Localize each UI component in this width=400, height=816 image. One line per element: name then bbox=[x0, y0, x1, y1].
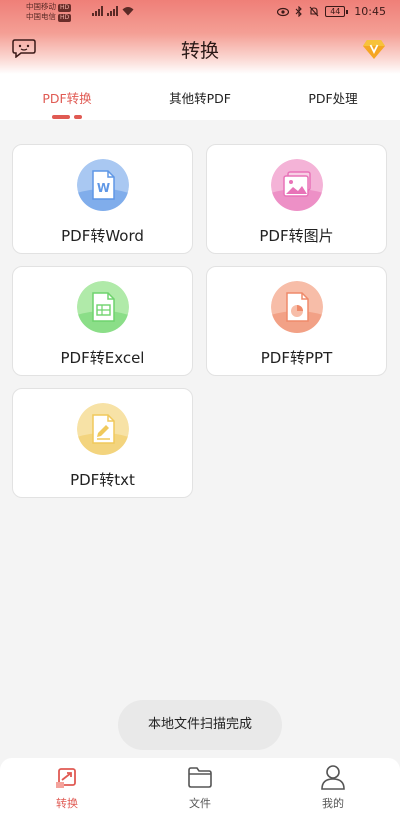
ppt-doc-icon bbox=[271, 281, 323, 333]
nav-label: 转换 bbox=[56, 797, 78, 810]
card-pdf-to-ppt[interactable]: PDF转PPT bbox=[206, 266, 387, 376]
nav-files[interactable]: 文件 bbox=[160, 764, 240, 811]
bluetooth-icon bbox=[295, 6, 303, 17]
battery-level: 44 bbox=[325, 6, 346, 17]
signal-icon bbox=[92, 6, 103, 16]
mute-icon bbox=[309, 6, 319, 17]
network-icons bbox=[92, 6, 134, 16]
tab-other-to-pdf[interactable]: 其他转PDF bbox=[145, 88, 255, 107]
page-title: 转换 bbox=[180, 40, 219, 62]
excel-doc-icon bbox=[77, 281, 129, 333]
header: 中国移动 HD 中国电信 HD 44 10:45 转换 bbox=[0, 0, 400, 74]
nav-label: 文件 bbox=[189, 797, 211, 810]
bottom-nav: 转换 文件 我的 bbox=[0, 758, 400, 816]
nav-profile[interactable]: 我的 bbox=[293, 764, 373, 811]
vip-diamond-icon[interactable] bbox=[362, 38, 386, 60]
card-label: PDF转Word bbox=[61, 227, 144, 245]
svg-text:W: W bbox=[97, 181, 110, 195]
toast-message: 本地文件扫描完成 bbox=[118, 700, 282, 750]
status-right: 44 10:45 bbox=[277, 5, 386, 18]
nav-label: 我的 bbox=[322, 797, 344, 810]
profile-icon bbox=[321, 765, 345, 790]
convert-icon bbox=[56, 768, 76, 788]
tab-indicator bbox=[52, 115, 82, 119]
wifi-icon bbox=[122, 7, 134, 16]
card-label: PDF转txt bbox=[70, 471, 135, 489]
card-label: PDF转图片 bbox=[259, 227, 334, 245]
eye-icon bbox=[277, 7, 290, 16]
folder-icon bbox=[188, 767, 212, 788]
nav-convert[interactable]: 转换 bbox=[27, 764, 107, 811]
txt-doc-icon bbox=[77, 403, 129, 455]
tab-pdf-process[interactable]: PDF处理 bbox=[278, 88, 388, 107]
tab-bar: PDF转换 其他转PDF PDF处理 bbox=[0, 74, 400, 120]
battery-icon: 44 bbox=[325, 6, 349, 17]
clock: 10:45 bbox=[354, 5, 386, 18]
card-pdf-to-excel[interactable]: PDF转Excel bbox=[12, 266, 193, 376]
carrier-1: 中国移动 bbox=[26, 2, 56, 11]
card-label: PDF转Excel bbox=[60, 349, 145, 367]
tab-pdf-convert[interactable]: PDF转换 bbox=[12, 88, 122, 107]
card-pdf-to-image[interactable]: PDF转图片 bbox=[206, 144, 387, 254]
status-bar: 中国移动 HD 中国电信 HD 44 10:45 bbox=[0, 0, 400, 26]
card-pdf-to-word[interactable]: W PDF转Word bbox=[12, 144, 193, 254]
image-icon bbox=[271, 159, 323, 211]
hd-badge-1: HD bbox=[58, 4, 72, 12]
card-pdf-to-txt[interactable]: PDF转txt bbox=[12, 388, 193, 498]
hd-badge-2: HD bbox=[58, 14, 72, 22]
carrier-info: 中国移动 HD 中国电信 HD bbox=[26, 2, 72, 22]
signal-icon bbox=[107, 6, 118, 16]
carrier-2: 中国电信 bbox=[26, 12, 56, 21]
word-doc-icon: W bbox=[77, 159, 129, 211]
card-label: PDF转PPT bbox=[260, 349, 333, 367]
